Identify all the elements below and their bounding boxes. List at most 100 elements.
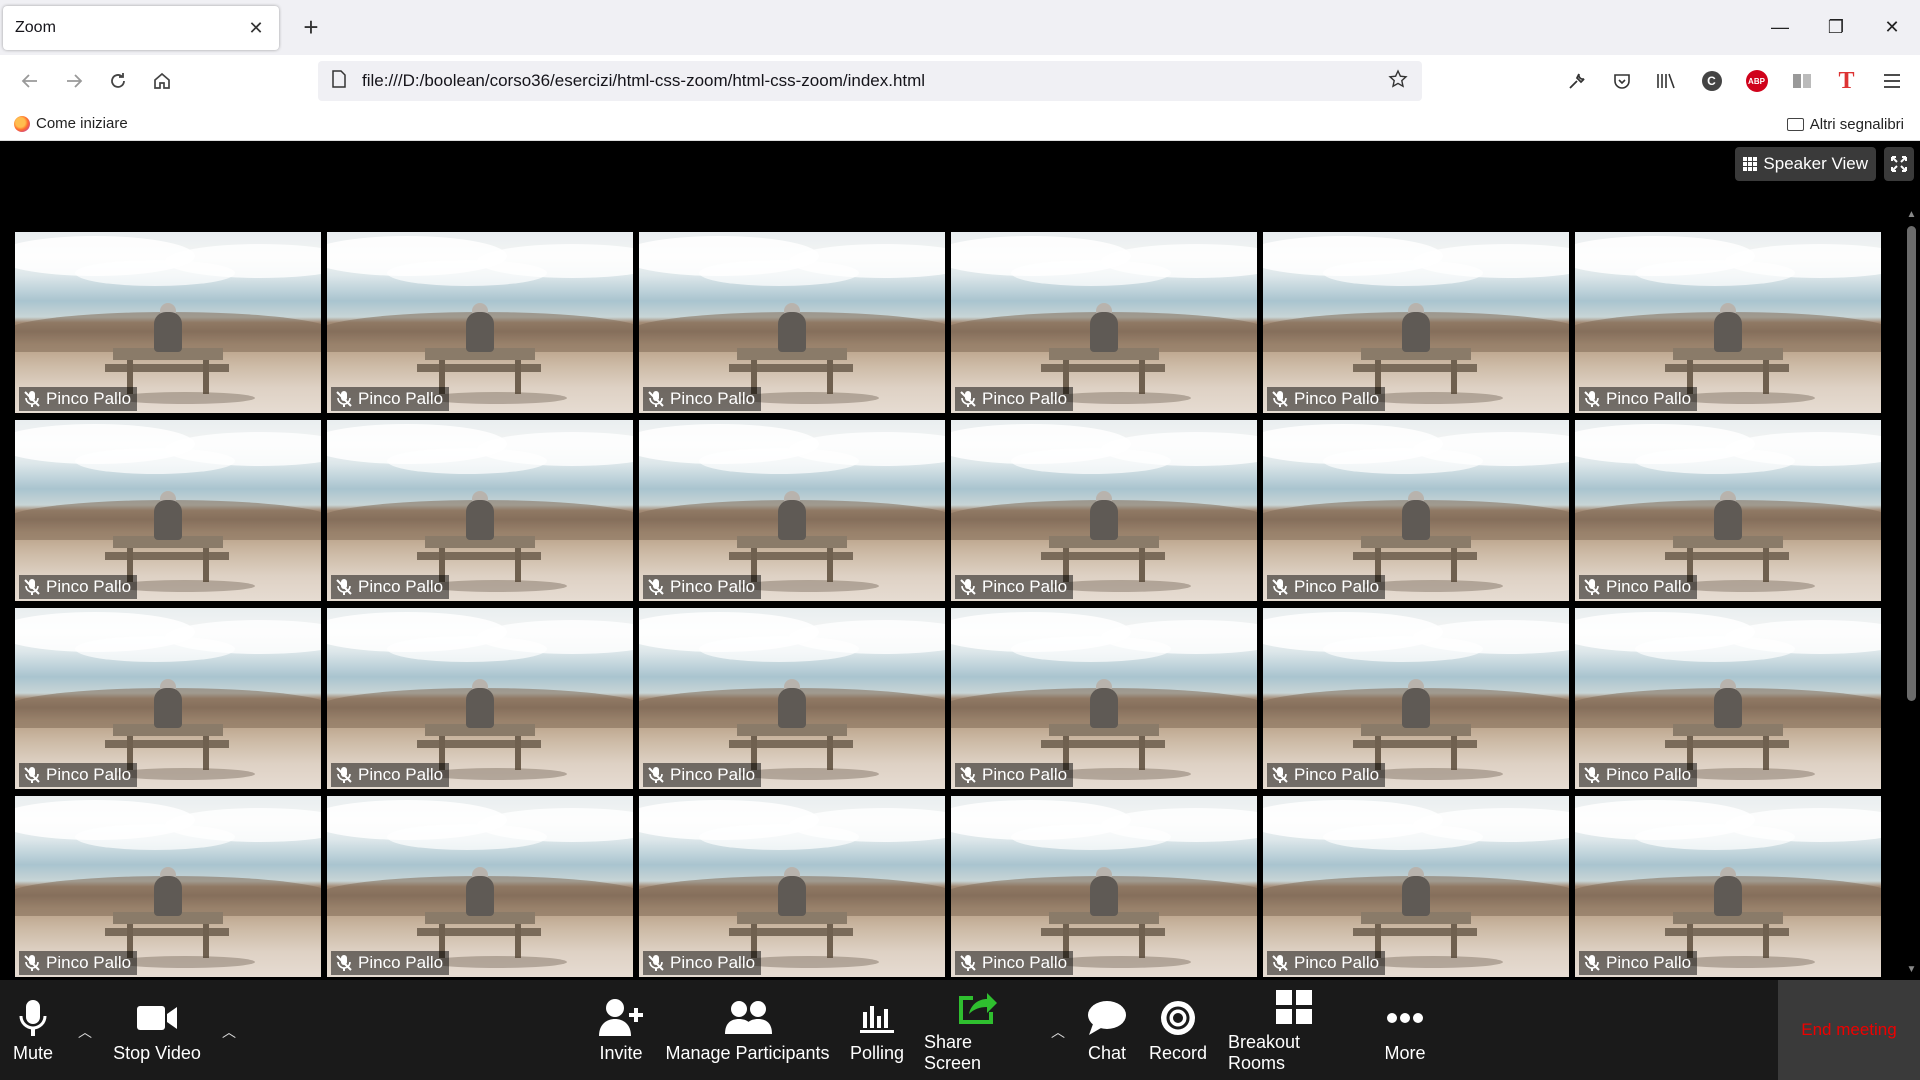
fullscreen-icon[interactable] <box>1884 147 1914 181</box>
muted-microphone-icon <box>1270 577 1290 597</box>
participant-name: Pinco Pallo <box>46 577 132 596</box>
participant-tile[interactable]: Pinco Pallo <box>1575 608 1881 789</box>
muted-microphone-icon <box>1270 953 1290 973</box>
participant-tile[interactable]: Pinco Pallo <box>327 232 633 413</box>
video-options-caret-icon[interactable]: ︿ <box>222 1022 236 1042</box>
other-bookmarks[interactable]: Altri segnalibri <box>1786 107 1904 141</box>
participant-name: Pinco Pallo <box>358 953 444 972</box>
participant-tile[interactable]: Pinco Pallo <box>1263 420 1569 601</box>
participant-name-tag: Pinco Pallo <box>1579 951 1698 975</box>
participant-tile[interactable]: Pinco Pallo <box>15 796 321 977</box>
browser-tab-bar: Zoom ✕ + — ❐ ✕ <box>0 0 1920 55</box>
c-extension-icon[interactable]: C <box>1689 59 1734 103</box>
participant-tile[interactable]: Pinco Pallo <box>15 608 321 789</box>
participant-tile[interactable]: Pinco Pallo <box>1575 420 1881 601</box>
muted-microphone-icon <box>646 765 666 785</box>
participant-name-tag: Pinco Pallo <box>331 387 450 411</box>
muted-microphone-icon <box>958 577 978 597</box>
reader-extension-icon[interactable] <box>1779 59 1824 103</box>
participant-name: Pinco Pallo <box>1294 953 1380 972</box>
participant-tile[interactable]: Pinco Pallo <box>951 420 1257 601</box>
gallery-scrollbar[interactable]: ▲ ▼ <box>1903 206 1920 977</box>
breakout-rooms-icon <box>1275 986 1313 1028</box>
window-controls: — ❐ ✕ <box>1752 0 1920 55</box>
library-icon[interactable] <box>1644 59 1689 103</box>
participant-name-tag: Pinco Pallo <box>1579 575 1698 599</box>
browser-tab[interactable]: Zoom ✕ <box>3 6 279 50</box>
manage-participants-button[interactable]: Manage Participants <box>665 980 830 1080</box>
close-tab-icon[interactable]: ✕ <box>245 18 267 39</box>
scroll-up-icon[interactable]: ▲ <box>1903 206 1920 222</box>
participant-tile[interactable]: Pinco Pallo <box>1575 232 1881 413</box>
menu-icon[interactable] <box>1869 59 1914 103</box>
share-screen-button[interactable]: Share Screen <box>924 980 1030 1080</box>
muted-microphone-icon <box>334 953 354 973</box>
participant-name-tag: Pinco Pallo <box>643 763 762 787</box>
pocket-icon[interactable] <box>1599 59 1644 103</box>
participant-tile[interactable]: Pinco Pallo <box>15 420 321 601</box>
minimize-window-button[interactable]: — <box>1752 0 1808 55</box>
muted-microphone-icon <box>22 953 42 973</box>
chat-button[interactable]: Chat <box>1082 980 1132 1080</box>
participant-tile[interactable]: Pinco Pallo <box>327 796 633 977</box>
forward-icon[interactable] <box>52 59 96 103</box>
end-meeting-button[interactable]: End meeting <box>1778 980 1920 1080</box>
muted-microphone-icon <box>1582 577 1602 597</box>
participant-tile[interactable]: Pinco Pallo <box>1263 608 1569 789</box>
participant-tile[interactable]: Pinco Pallo <box>951 796 1257 977</box>
participant-tile[interactable]: Pinco Pallo <box>951 232 1257 413</box>
muted-microphone-icon <box>958 389 978 409</box>
share-options-caret-icon[interactable]: ︿ <box>1051 1022 1065 1042</box>
participant-tile[interactable]: Pinco Pallo <box>951 608 1257 789</box>
address-bar[interactable]: file:///D:/boolean/corso36/esercizi/html… <box>318 61 1422 101</box>
scroll-thumb[interactable] <box>1907 226 1916 701</box>
participant-tile[interactable]: Pinco Pallo <box>327 608 633 789</box>
muted-microphone-icon <box>22 577 42 597</box>
wrench-icon[interactable] <box>1554 59 1599 103</box>
record-button[interactable]: Record <box>1148 980 1208 1080</box>
bookmarks-bar: Come iniziare Altri segnalibri <box>0 107 1920 141</box>
participant-tile[interactable]: Pinco Pallo <box>1263 796 1569 977</box>
participant-tile[interactable]: Pinco Pallo <box>639 420 945 601</box>
breakout-rooms-button[interactable]: Breakout Rooms <box>1228 980 1360 1080</box>
participant-tile[interactable]: Pinco Pallo <box>327 420 633 601</box>
participant-name-tag: Pinco Pallo <box>331 575 450 599</box>
participant-name: Pinco Pallo <box>1606 765 1692 784</box>
participant-name-tag: Pinco Pallo <box>1579 387 1698 411</box>
url-text[interactable]: file:///D:/boolean/corso36/esercizi/html… <box>362 71 1388 91</box>
participant-name-tag: Pinco Pallo <box>1267 575 1386 599</box>
muted-microphone-icon <box>646 577 666 597</box>
participant-name: Pinco Pallo <box>46 953 132 972</box>
home-icon[interactable] <box>140 59 184 103</box>
participant-tile[interactable]: Pinco Pallo <box>1575 796 1881 977</box>
chat-label: Chat <box>1087 1042 1127 1063</box>
stop-video-label: Stop Video <box>113 1042 201 1063</box>
participant-name-tag: Pinco Pallo <box>955 387 1074 411</box>
participant-tile[interactable]: Pinco Pallo <box>639 796 945 977</box>
back-icon[interactable] <box>8 59 52 103</box>
stop-video-button[interactable]: Stop Video <box>112 980 202 1080</box>
participant-tile[interactable]: Pinco Pallo <box>1263 232 1569 413</box>
more-button[interactable]: More <box>1379 980 1431 1080</box>
close-window-button[interactable]: ✕ <box>1864 0 1920 55</box>
speaker-view-button[interactable]: Speaker View <box>1735 147 1876 181</box>
scroll-down-icon[interactable]: ▼ <box>1903 961 1920 977</box>
t-extension-icon[interactable]: T <box>1824 59 1869 103</box>
muted-microphone-icon <box>1270 389 1290 409</box>
invite-button[interactable]: Invite <box>588 980 654 1080</box>
audio-options-caret-icon[interactable]: ︿ <box>78 1022 92 1042</box>
polling-button[interactable]: Polling <box>846 980 908 1080</box>
participant-name: Pinco Pallo <box>1606 953 1692 972</box>
participant-tile[interactable]: Pinco Pallo <box>639 608 945 789</box>
reload-icon[interactable] <box>96 59 140 103</box>
restore-window-button[interactable]: ❐ <box>1808 0 1864 55</box>
new-tab-button[interactable]: + <box>296 12 326 43</box>
participant-tile[interactable]: Pinco Pallo <box>15 232 321 413</box>
adblock-plus-icon[interactable]: ABP <box>1734 59 1779 103</box>
mute-button[interactable]: Mute <box>8 980 58 1080</box>
participant-tile[interactable]: Pinco Pallo <box>639 232 945 413</box>
speaker-view-label: Speaker View <box>1763 154 1868 173</box>
participant-name-tag: Pinco Pallo <box>643 951 762 975</box>
bookmark-come-iniziare[interactable]: Come iniziare <box>14 115 128 132</box>
bookmark-star-icon[interactable] <box>1388 68 1408 94</box>
